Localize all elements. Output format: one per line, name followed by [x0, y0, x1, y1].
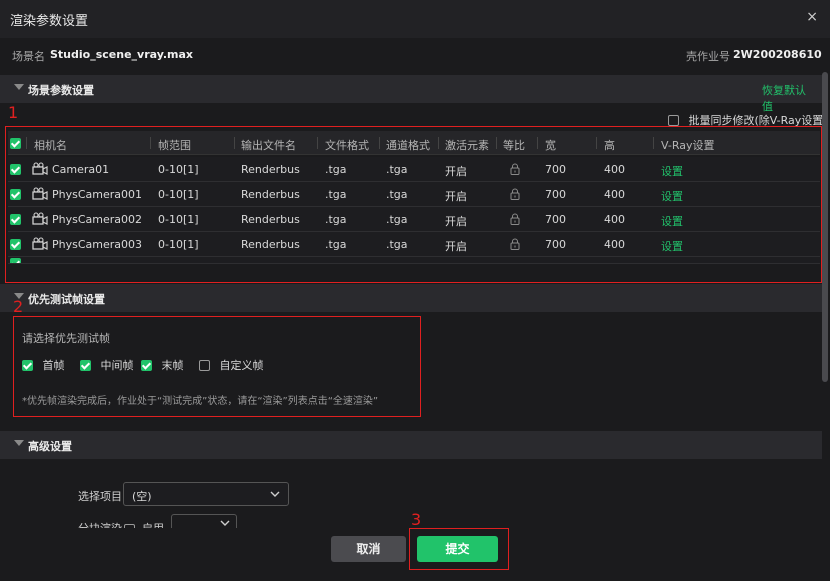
- advanced-settings-title: 高级设置: [28, 440, 72, 453]
- chevron-down-icon: [220, 520, 230, 526]
- custom-frame-label[interactable]: 自定义帧: [220, 359, 264, 372]
- dialog-title: 渲染参数设置: [10, 14, 89, 29]
- first-frame-label[interactable]: 首帧: [43, 359, 65, 372]
- select-project-label: 选择项目: [78, 490, 122, 503]
- annotation-3: 3: [411, 510, 422, 529]
- priority-frames-header[interactable]: 优先测试帧设置: [0, 284, 822, 312]
- scrollbar[interactable]: [822, 72, 828, 382]
- priority-frames-title: 优先测试帧设置: [28, 293, 105, 306]
- partial-render-label: 分块渲染: [78, 520, 122, 528]
- close-icon[interactable]: ×: [806, 9, 818, 25]
- last-frame-label[interactable]: 末帧: [162, 359, 184, 372]
- middle-frame-label[interactable]: 中间帧: [101, 359, 134, 372]
- chevron-down-icon: [270, 491, 280, 497]
- last-frame-checkbox[interactable]: [141, 359, 152, 371]
- scene-params-header[interactable]: 场景参数设置: [0, 75, 822, 103]
- priority-note: *优先帧渲染完成后，作业处于“测试完成”状态，请在“渲染”列表点击“全速渲染”: [22, 396, 379, 407]
- batch-sync-checkbox[interactable]: [668, 114, 679, 126]
- job-number-label: 壳作业号: [686, 50, 730, 63]
- annotation-2: 2: [13, 297, 24, 316]
- scene-params-title: 场景参数设置: [28, 84, 94, 97]
- enable-label: 启用: [142, 520, 164, 528]
- collapse-triangle-icon[interactable]: [14, 84, 24, 90]
- reset-defaults-link[interactable]: 恢复默认值: [762, 82, 812, 114]
- priority-options: 首帧 中间帧 末帧 自定义帧: [22, 357, 264, 373]
- scene-name-value: Studio_scene_vray.max: [50, 48, 194, 61]
- collapse-triangle-icon[interactable]: [14, 440, 24, 446]
- highlight-box-submit: [409, 528, 509, 570]
- job-number-value: 2W200208610: [733, 48, 822, 61]
- project-select-value: (空): [132, 490, 152, 503]
- cancel-button[interactable]: 取消: [331, 536, 406, 562]
- highlight-box-table: [5, 126, 822, 283]
- annotation-1: 1: [8, 103, 19, 122]
- info-bar: 场景名 Studio_scene_vray.max 壳作业号 2W2002086…: [0, 38, 830, 72]
- custom-frame-checkbox[interactable]: [199, 359, 210, 371]
- dialog-titlebar: 渲染参数设置 ×: [0, 0, 830, 38]
- partial-render-select[interactable]: [171, 514, 237, 528]
- advanced-settings-header[interactable]: 高级设置: [0, 431, 822, 459]
- first-frame-checkbox[interactable]: [22, 359, 33, 371]
- scene-name-label: 场景名: [12, 50, 45, 63]
- priority-prompt: 请选择优先测试帧: [22, 332, 110, 345]
- project-select[interactable]: (空): [123, 482, 289, 506]
- priority-frames-panel: 请选择优先测试帧 首帧 中间帧 末帧 自定义帧 *优先帧渲染完成后，作业处于“测…: [13, 316, 421, 417]
- middle-frame-checkbox[interactable]: [80, 359, 91, 371]
